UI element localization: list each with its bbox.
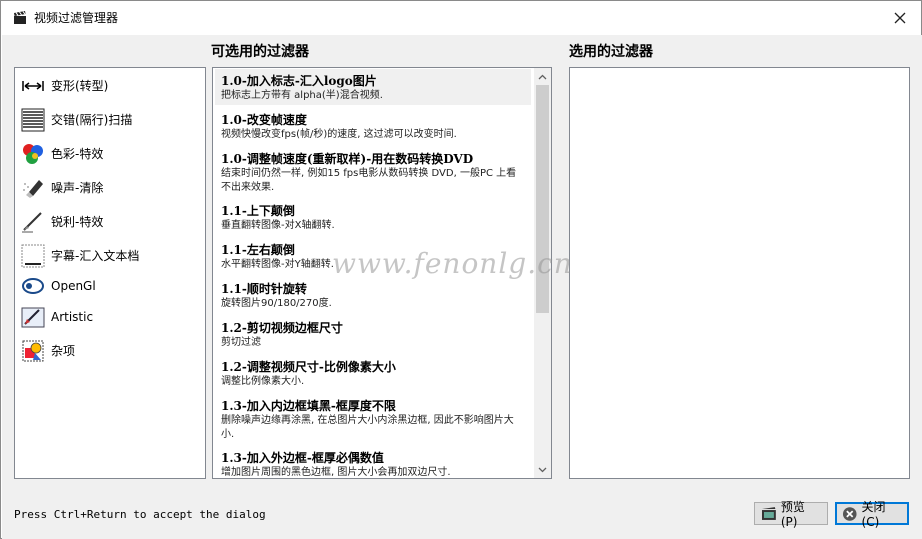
close-button[interactable]: 关闭(C) — [835, 500, 909, 529]
list-item[interactable]: 1.1-左右颠倒 水平翻转图像-对Y轴翻转. — [215, 238, 531, 272]
filter-description: 垂直翻转图像-对X轴翻转. — [221, 220, 335, 231]
category-label: 噪声-清除 — [51, 181, 104, 195]
category-item-noise[interactable]: 噪声-清除 — [21, 174, 103, 202]
transform-arrows-icon — [22, 81, 44, 91]
chevron-up-icon — [538, 74, 547, 79]
filter-title: 1.2-剪切视频边框尺寸 — [221, 321, 343, 335]
category-label: 变形(转型) — [51, 79, 109, 93]
eraser-icon — [23, 180, 43, 198]
close-icon — [894, 12, 906, 24]
category-item-artistic[interactable]: Artistic — [21, 303, 93, 331]
category-label: Artistic — [51, 310, 94, 324]
filter-title: 1.0-加入标志-汇入logo图片 — [221, 74, 377, 88]
interlace-lines-icon — [21, 108, 45, 132]
filter-description: 结束时间仍然一样, 例如15 fps电影从数码转换 DVD, 一般PC 上看不出… — [221, 168, 517, 193]
category-label: 锐利-特效 — [51, 215, 104, 229]
preview-film-icon — [761, 506, 776, 520]
preview-button[interactable]: 预览(P) — [754, 500, 828, 529]
close-button-label: 关闭(C) — [861, 500, 886, 529]
keyboard-hint: Press Ctrl+Return to accept the dialog — [14, 508, 266, 521]
video-filter-manager-window: 视频过滤管理器 可选用的过滤器 选用的过滤器 变形(转型) 交错(隔行)扫描 色… — [0, 0, 922, 539]
category-item-opengl[interactable]: OpenGl — [21, 272, 96, 300]
close-window-button[interactable] — [889, 7, 911, 29]
filter-title: 1.0-调整帧速度(重新取样)-用在数码转换DVD — [221, 152, 474, 166]
list-item[interactable]: 1.0-改变帧速度 视频快慢改变fps(帧/秒)的速度, 这过滤可以改变时间. — [215, 108, 531, 142]
filter-title: 1.0-改变帧速度 — [221, 113, 307, 127]
chevron-down-icon — [538, 467, 547, 472]
filter-description: 增加图片周围的黑色边框, 图片大小会再加双边尺寸. — [221, 467, 451, 478]
scroll-down-button[interactable] — [534, 461, 551, 478]
clapperboard-icon — [14, 11, 26, 24]
filter-title: 1.1-左右颠倒 — [221, 243, 295, 257]
category-item-transform[interactable]: 变形(转型) — [21, 72, 108, 100]
filter-description: 把标志上方带有 alpha(半)混合视频. — [221, 90, 383, 101]
misc-shapes-icon — [22, 340, 44, 362]
list-item[interactable]: 1.0-调整帧速度(重新取样)-用在数码转换DVD 结束时间仍然一样, 例如15… — [215, 147, 531, 195]
filter-title: 1.3-加入内边框填黑-框厚度不限 — [221, 399, 396, 413]
list-item[interactable]: 1.1-顺时针旋转 旋转图片90/180/270度. — [215, 277, 531, 311]
filter-description: 调整比例像素大小. — [221, 376, 305, 387]
selected-filters-list[interactable] — [569, 67, 910, 479]
list-item[interactable]: 1.0-加入标志-汇入logo图片 把标志上方带有 alpha(半)混合视频. — [215, 69, 531, 105]
window-title: 视频过滤管理器 — [34, 11, 119, 25]
preview-button-label: 预览(P) — [780, 500, 805, 529]
filter-title: 1.1-上下颠倒 — [221, 204, 295, 218]
title-bar: 视频过滤管理器 — [1, 1, 921, 35]
filter-description: 旋转图片90/180/270度. — [221, 298, 332, 309]
selected-filters-heading: 选用的过滤器 — [569, 44, 653, 60]
scrollbar-thumb[interactable] — [536, 85, 549, 313]
filter-description: 删除噪声边缘再涂黑, 在总图片大小内涂黑边框, 因此不影响图片大小. — [221, 415, 514, 440]
category-list: 变形(转型) 交错(隔行)扫描 色彩-特效 噪声-清除 锐利-特效 字幕-汇入文… — [14, 67, 206, 479]
available-filters-heading: 可选用的过滤器 — [211, 44, 309, 60]
filter-description: 视频快慢改变fps(帧/秒)的速度, 这过滤可以改变时间. — [221, 129, 457, 140]
category-label: OpenGl — [51, 279, 96, 293]
list-item[interactable]: 1.3-加入内边框填黑-框厚度不限 删除噪声边缘再涂黑, 在总图片大小内涂黑边框… — [215, 394, 531, 442]
category-item-misc[interactable]: 杂项 — [21, 337, 75, 365]
list-item[interactable]: 1.2-调整视频尺寸-比例像素大小 调整比例像素大小. — [215, 355, 531, 389]
opengl-icon — [22, 278, 44, 294]
category-label: 交错(隔行)扫描 — [51, 113, 133, 127]
filter-description: 剪切过滤 — [221, 337, 261, 348]
list-item[interactable]: 1.2-剪切视频边框尺寸 剪切过滤 — [215, 316, 531, 350]
available-filters-list[interactable]: 1.0-加入标志-汇入logo图片 把标志上方带有 alpha(半)混合视频. … — [212, 67, 552, 479]
sharpen-brush-icon — [22, 212, 42, 233]
dialog-client-area: 可选用的过滤器 选用的过滤器 变形(转型) 交错(隔行)扫描 色彩-特效 噪声-… — [2, 35, 922, 539]
category-item-subtitle[interactable]: 字幕-汇入文本档 — [21, 242, 139, 270]
filter-title: 1.1-顺时针旋转 — [221, 282, 307, 296]
color-circles-icon — [23, 144, 43, 164]
vertical-scrollbar[interactable] — [534, 68, 551, 478]
list-item[interactable]: 1.3-加入外边框-框厚必偶数值 增加图片周围的黑色边框, 图片大小会再加双边尺… — [215, 446, 531, 478]
category-label: 杂项 — [51, 344, 76, 358]
category-item-interlace[interactable]: 交错(隔行)扫描 — [21, 106, 132, 134]
category-label: 字幕-汇入文本档 — [51, 249, 140, 263]
subtitle-abc-icon — [21, 244, 45, 268]
filter-title: 1.3-加入外边框-框厚必偶数值 — [221, 451, 384, 465]
category-label: 色彩-特效 — [51, 147, 104, 161]
close-circle-icon — [842, 506, 857, 521]
artistic-pen-icon — [21, 307, 45, 328]
scroll-up-button[interactable] — [534, 68, 551, 85]
category-item-color[interactable]: 色彩-特效 — [21, 140, 103, 168]
list-item[interactable]: 1.1-上下颠倒 垂直翻转图像-对X轴翻转. — [215, 199, 531, 233]
filter-title: 1.2-调整视频尺寸-比例像素大小 — [221, 360, 396, 374]
filter-description: 水平翻转图像-对Y轴翻转. — [221, 259, 334, 270]
category-item-sharpen[interactable]: 锐利-特效 — [21, 208, 103, 236]
